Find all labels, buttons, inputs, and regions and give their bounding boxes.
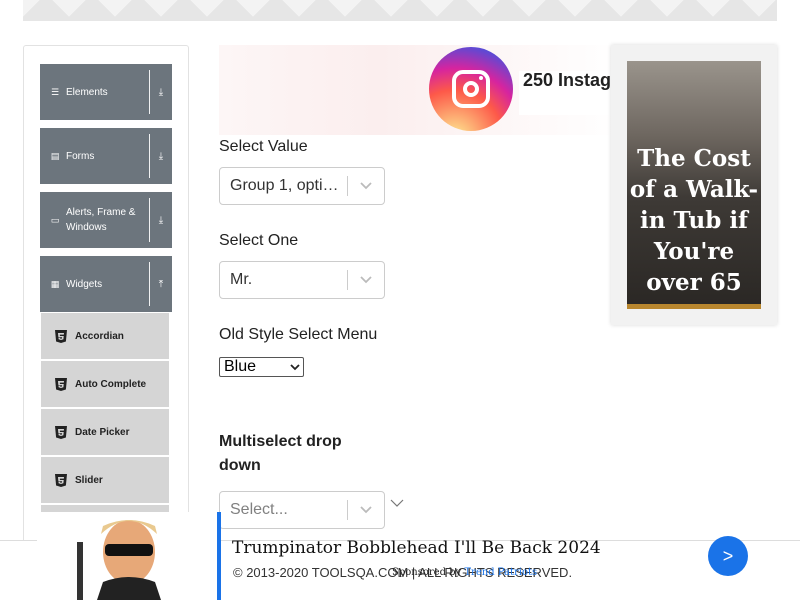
ad-text: The Cost of a Walk-in Tub if You're over… (629, 145, 759, 296)
old-style-current: Blue (224, 358, 257, 375)
divider (149, 134, 150, 178)
top-ad-banner[interactable] (23, 0, 777, 21)
sidebar: ☰ Elements ⤓ ▤ Forms ⤓ ▭ Alerts, Frame &… (23, 45, 189, 565)
old-style-label: Old Style Select Menu (219, 326, 378, 343)
sidebar-item-label: Accordian (75, 330, 124, 342)
sidebar-group-widgets[interactable]: ▦ Widgets ⤒ (40, 256, 172, 312)
ad-accent-line (217, 512, 221, 600)
ad-image: The Cost of a Walk-in Tub if You're over… (627, 61, 761, 309)
ad-accent-bar (627, 304, 761, 309)
sidebar-item-slider[interactable]: Slider (41, 457, 169, 503)
sidebar-item-auto-complete[interactable]: Auto Complete (41, 361, 169, 407)
ad-image (37, 512, 219, 600)
download-icon[interactable]: ⤓ (150, 87, 172, 98)
ad-sponsor: Sponsored by Trend Patriots (392, 567, 537, 578)
html5-icon (54, 473, 68, 487)
form-icon: ▤ (50, 150, 60, 161)
html5-icon (54, 329, 68, 343)
ad-headline[interactable]: Trumpinator Bobblehead I'll Be Back 2024 (232, 538, 601, 558)
sidebar-item-label: Auto Complete (75, 378, 147, 390)
next-ad-button[interactable]: > (708, 536, 748, 576)
select-value-label: Select Value (219, 138, 308, 155)
sidebar-group-label: Forms (66, 150, 95, 162)
chevron-down-icon[interactable] (348, 181, 384, 191)
sidebar-group-elements[interactable]: ☰ Elements ⤓ (40, 64, 172, 120)
sidebar-item-label: Date Picker (75, 426, 130, 438)
sponsor-brand[interactable]: Trend Patriots (464, 567, 537, 578)
sidebar-group-label: Widgets (66, 278, 103, 290)
sidebar-group-forms[interactable]: ▤ Forms ⤓ (40, 128, 172, 184)
select-one-current: Mr. (230, 271, 253, 288)
chevron-down-icon (390, 495, 404, 513)
upload-icon[interactable]: ⤒ (150, 279, 172, 290)
divider (149, 70, 150, 114)
bobblehead-ad[interactable]: Trumpinator Bobblehead I'll Be Back 2024… (37, 512, 800, 600)
sidebar-group-alerts[interactable]: ▭ Alerts, Frame & Windows ⤓ (40, 192, 172, 248)
select-value-dropdown[interactable]: Group 1, option 1 (219, 167, 385, 205)
walk-in-tub-ad[interactable]: The Cost of a Walk-in Tub if You're over… (611, 45, 777, 325)
sidebar-item-date-picker[interactable]: Date Picker (41, 409, 169, 455)
multiselect-label: Multiselect drop down (219, 433, 342, 474)
divider (149, 262, 150, 306)
widgets-icon: ▦ (50, 278, 60, 289)
chevron-right-icon: > (722, 545, 734, 566)
instagram-ad[interactable]: 250 Instagram Followers (219, 45, 619, 135)
sidebar-item-accordian[interactable]: Accordian (41, 313, 169, 359)
select-one-dropdown[interactable]: Mr. (219, 261, 385, 299)
menu-icon: ☰ (50, 86, 60, 97)
html5-icon (54, 377, 68, 391)
sidebar-group-label: Alerts, Frame & Windows (66, 207, 136, 233)
sidebar-item-label: Slider (75, 474, 103, 486)
instagram-icon (429, 47, 513, 131)
window-icon: ▭ (50, 214, 60, 225)
sponsor-prefix: Sponsored by (392, 567, 462, 578)
divider (149, 198, 150, 242)
ad-text: 250 Instagram Followers (519, 71, 619, 115)
old-style-select[interactable]: Blue (219, 357, 304, 377)
chevron-down-icon[interactable] (348, 275, 384, 285)
select-one-label: Select One (219, 232, 299, 249)
download-icon[interactable]: ⤓ (150, 151, 172, 162)
select-value-current: Group 1, option 1 (230, 177, 347, 194)
chevron-down-icon (290, 358, 300, 376)
html5-icon (54, 425, 68, 439)
sidebar-group-label: Elements (66, 86, 108, 98)
download-icon[interactable]: ⤓ (150, 215, 172, 226)
